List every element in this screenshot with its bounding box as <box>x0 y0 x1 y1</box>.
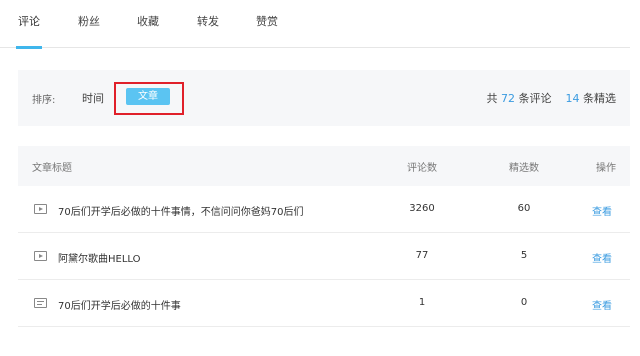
articles-table: 文章标题 评论数 精选数 操作 70后们开学后必做的十件事情，不信问问你爸妈70… <box>18 146 630 327</box>
tab-comments[interactable]: 评论 <box>16 12 42 49</box>
header-featured-count: 精选数 <box>509 163 539 174</box>
sort-label: 排序: <box>32 95 56 106</box>
featured-count: 14 <box>565 92 580 105</box>
sort-bar: 排序: 时间 文章 共 72 条评论 14 条精选 <box>18 70 630 126</box>
stats-prefix: 共 <box>486 92 498 105</box>
comment-stats: 共 72 条评论 14 条精选 <box>487 90 617 106</box>
featured-count-cell: 5 <box>520 250 528 261</box>
comment-count-cell: 3260 <box>409 203 435 214</box>
view-link[interactable]: 查看 <box>592 203 612 218</box>
comment-suffix: 条评论 <box>518 92 552 105</box>
video-icon <box>34 204 47 214</box>
featured-suffix: 条精选 <box>583 92 616 105</box>
sort-by-time-option[interactable]: 时间 <box>82 90 104 106</box>
tab-bar: 评论 粉丝 收藏 转发 赞赏 <box>0 0 630 49</box>
featured-count-cell: 60 <box>517 203 531 214</box>
article-icon <box>34 298 47 308</box>
video-icon <box>34 251 47 261</box>
header-actions: 操作 <box>596 163 616 174</box>
article-title[interactable]: 阿黛尔歌曲HELLO <box>58 250 141 265</box>
tab-favorites[interactable]: 收藏 <box>137 12 159 48</box>
featured-count-cell: 0 <box>520 297 528 308</box>
comment-count-cell: 1 <box>418 297 426 308</box>
view-link[interactable]: 查看 <box>592 250 612 265</box>
tab-reposts[interactable]: 转发 <box>197 12 219 48</box>
sort-by-article-option[interactable]: 文章 <box>126 88 170 105</box>
tab-fans[interactable]: 粉丝 <box>78 12 100 48</box>
comment-count: 72 <box>501 92 515 105</box>
table-row: 70后们开学后必做的十件事 1 0 查看 <box>18 280 630 327</box>
view-link[interactable]: 查看 <box>592 297 612 312</box>
table-row: 阿黛尔歌曲HELLO 77 5 查看 <box>18 233 630 280</box>
comment-count-cell: 77 <box>415 250 429 261</box>
header-comment-count: 评论数 <box>407 163 437 174</box>
tab-rewards[interactable]: 赞赏 <box>256 12 278 48</box>
article-title[interactable]: 70后们开学后必做的十件事 <box>58 297 181 312</box>
header-article-title: 文章标题 <box>32 163 72 174</box>
article-title[interactable]: 70后们开学后必做的十件事情，不信问问你爸妈70后们 <box>58 203 303 218</box>
table-row: 70后们开学后必做的十件事情，不信问问你爸妈70后们 3260 60 查看 <box>18 186 630 233</box>
table-header: 文章标题 评论数 精选数 操作 <box>18 146 630 186</box>
